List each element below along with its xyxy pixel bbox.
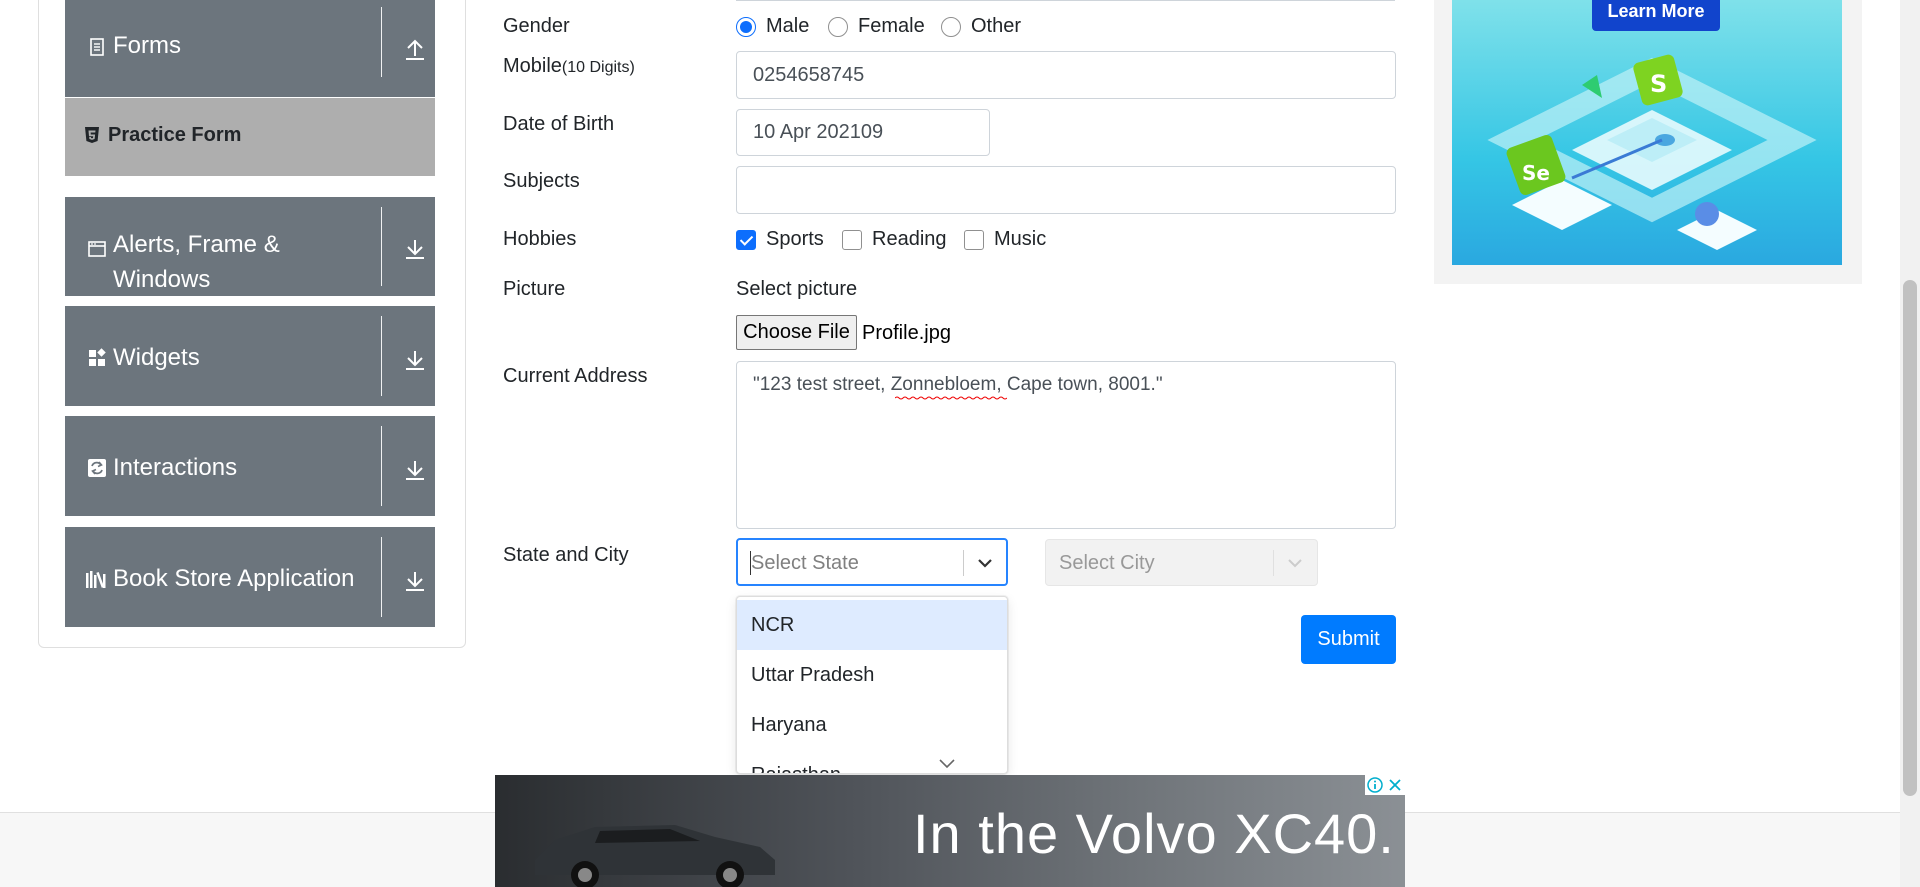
- radio-unchecked[interactable]: [941, 16, 961, 37]
- sidebar-item-label: Practice Form: [108, 124, 242, 146]
- window-icon: [88, 241, 106, 257]
- selenium-s-logo: S: [1650, 70, 1667, 98]
- divider: [381, 207, 382, 286]
- hobbies-label: Hobbies: [503, 228, 577, 250]
- select-picture-caption: Select picture: [736, 278, 858, 300]
- sidebar-group-interactions[interactable]: Interactions: [65, 416, 435, 516]
- divider: [381, 7, 382, 77]
- sidebar-group-book-store[interactable]: Book Store Application: [65, 527, 435, 627]
- divider: [381, 537, 382, 617]
- state-option[interactable]: NCR: [737, 600, 1007, 650]
- checkbox-unchecked[interactable]: [842, 229, 862, 250]
- state-select[interactable]: Select State: [736, 538, 1008, 586]
- dob-input[interactable]: 10 Apr 202109: [736, 109, 990, 156]
- hobby-music-checkbox[interactable]: Music: [964, 228, 1046, 251]
- spellcheck-underline: [895, 396, 1007, 400]
- checkbox-label: Reading: [872, 228, 947, 250]
- checkbox-label: Sports: [766, 228, 824, 250]
- collapse-arrow-icon[interactable]: [401, 36, 429, 64]
- checkbox-unchecked[interactable]: [964, 229, 984, 250]
- city-placeholder: Select City: [1059, 552, 1155, 574]
- widgets-icon: [89, 348, 106, 366]
- sidebar-group-alerts[interactable]: Alerts, Frame & Windows: [65, 197, 435, 296]
- address-label: Current Address: [503, 365, 648, 387]
- radio-unchecked[interactable]: [828, 16, 848, 37]
- sidebar-group-label: Widgets: [113, 344, 200, 371]
- chevron-down-icon[interactable]: [974, 552, 996, 574]
- subjects-input[interactable]: [736, 166, 1396, 214]
- state-option[interactable]: Haryana: [737, 700, 1007, 750]
- chevron-down-icon: [939, 759, 955, 769]
- chevron-down-icon[interactable]: [1284, 552, 1306, 574]
- form-icon: [90, 38, 104, 56]
- address-textarea[interactable]: [736, 361, 1396, 529]
- divider: [1273, 550, 1274, 576]
- html5-icon: [85, 127, 99, 143]
- divider: [381, 316, 382, 396]
- interactions-icon: [88, 459, 106, 477]
- mobile-label-text: Mobile: [503, 55, 562, 77]
- sidebar-group-label: Forms: [113, 32, 181, 59]
- radio-label: Male: [766, 15, 810, 37]
- mobile-hint: (10 Digits): [561, 59, 635, 76]
- sidebar-item-practice-form[interactable]: Practice Form: [65, 98, 435, 176]
- subjects-label: Subjects: [503, 170, 580, 192]
- city-select[interactable]: Select City: [1045, 539, 1318, 586]
- gender-other-radio[interactable]: Other: [941, 15, 1021, 38]
- text-caret: [750, 551, 751, 575]
- state-placeholder: Select State: [751, 552, 859, 574]
- gender-female-radio[interactable]: Female: [828, 15, 925, 38]
- picture-label: Picture: [503, 278, 566, 300]
- gender-label: Gender: [503, 15, 570, 37]
- bottom-ad-banner[interactable]: In the Volvo XC40.: [495, 775, 1405, 887]
- expand-arrow-icon[interactable]: [401, 235, 429, 263]
- dob-label: Date of Birth: [503, 113, 615, 135]
- scrollbar-thumb[interactable]: [1903, 280, 1917, 796]
- state-dropdown-menu: NCR Uttar Pradesh Haryana Rajasthan: [736, 596, 1008, 774]
- sidebar-group-label: Interactions: [113, 454, 238, 481]
- ad-headline: In the Volvo XC40.: [913, 802, 1395, 865]
- checkbox-label: Music: [994, 228, 1047, 250]
- selected-file-name: Profile.jpg: [862, 322, 951, 344]
- sidebar-group-forms[interactable]: Forms: [65, 0, 435, 97]
- divider: [736, 0, 1395, 1]
- radio-label: Female: [858, 15, 925, 37]
- isometric-illustration: S Se: [1487, 54, 1817, 250]
- expand-arrow-icon[interactable]: [401, 456, 429, 484]
- state-option[interactable]: Uttar Pradesh: [737, 650, 1007, 700]
- sidebar-group-widgets[interactable]: Widgets: [65, 306, 435, 406]
- car-image: [535, 825, 775, 887]
- choose-file-button[interactable]: Choose File: [736, 315, 857, 350]
- gender-male-radio[interactable]: Male: [736, 15, 809, 38]
- side-ad-image[interactable]: S Se: [1452, 0, 1842, 265]
- expand-arrow-icon[interactable]: [401, 346, 429, 374]
- close-icon[interactable]: [1385, 775, 1405, 795]
- selenium-se-logo: Se: [1522, 161, 1550, 185]
- radio-checked[interactable]: [736, 16, 756, 37]
- hobby-sports-checkbox[interactable]: Sports: [736, 228, 824, 251]
- learn-more-button[interactable]: Learn More: [1592, 0, 1720, 31]
- hobby-reading-checkbox[interactable]: Reading: [842, 228, 947, 251]
- sidebar-group-label: Alerts, Frame & Windows: [113, 231, 280, 293]
- mobile-input[interactable]: 0254658745: [736, 51, 1396, 99]
- books-icon: [86, 571, 106, 588]
- submit-button[interactable]: Submit: [1301, 615, 1396, 664]
- expand-arrow-icon[interactable]: [401, 567, 429, 595]
- radio-label: Other: [971, 15, 1022, 37]
- state-option[interactable]: Rajasthan: [737, 750, 1007, 774]
- state-city-label: State and City: [503, 544, 629, 566]
- sidebar-group-label: Book Store Application: [113, 565, 355, 592]
- info-icon[interactable]: [1365, 775, 1385, 795]
- divider: [381, 426, 382, 506]
- divider: [963, 550, 964, 576]
- mobile-label: Mobile(10 Digits): [503, 55, 635, 78]
- checkbox-checked[interactable]: [736, 229, 756, 250]
